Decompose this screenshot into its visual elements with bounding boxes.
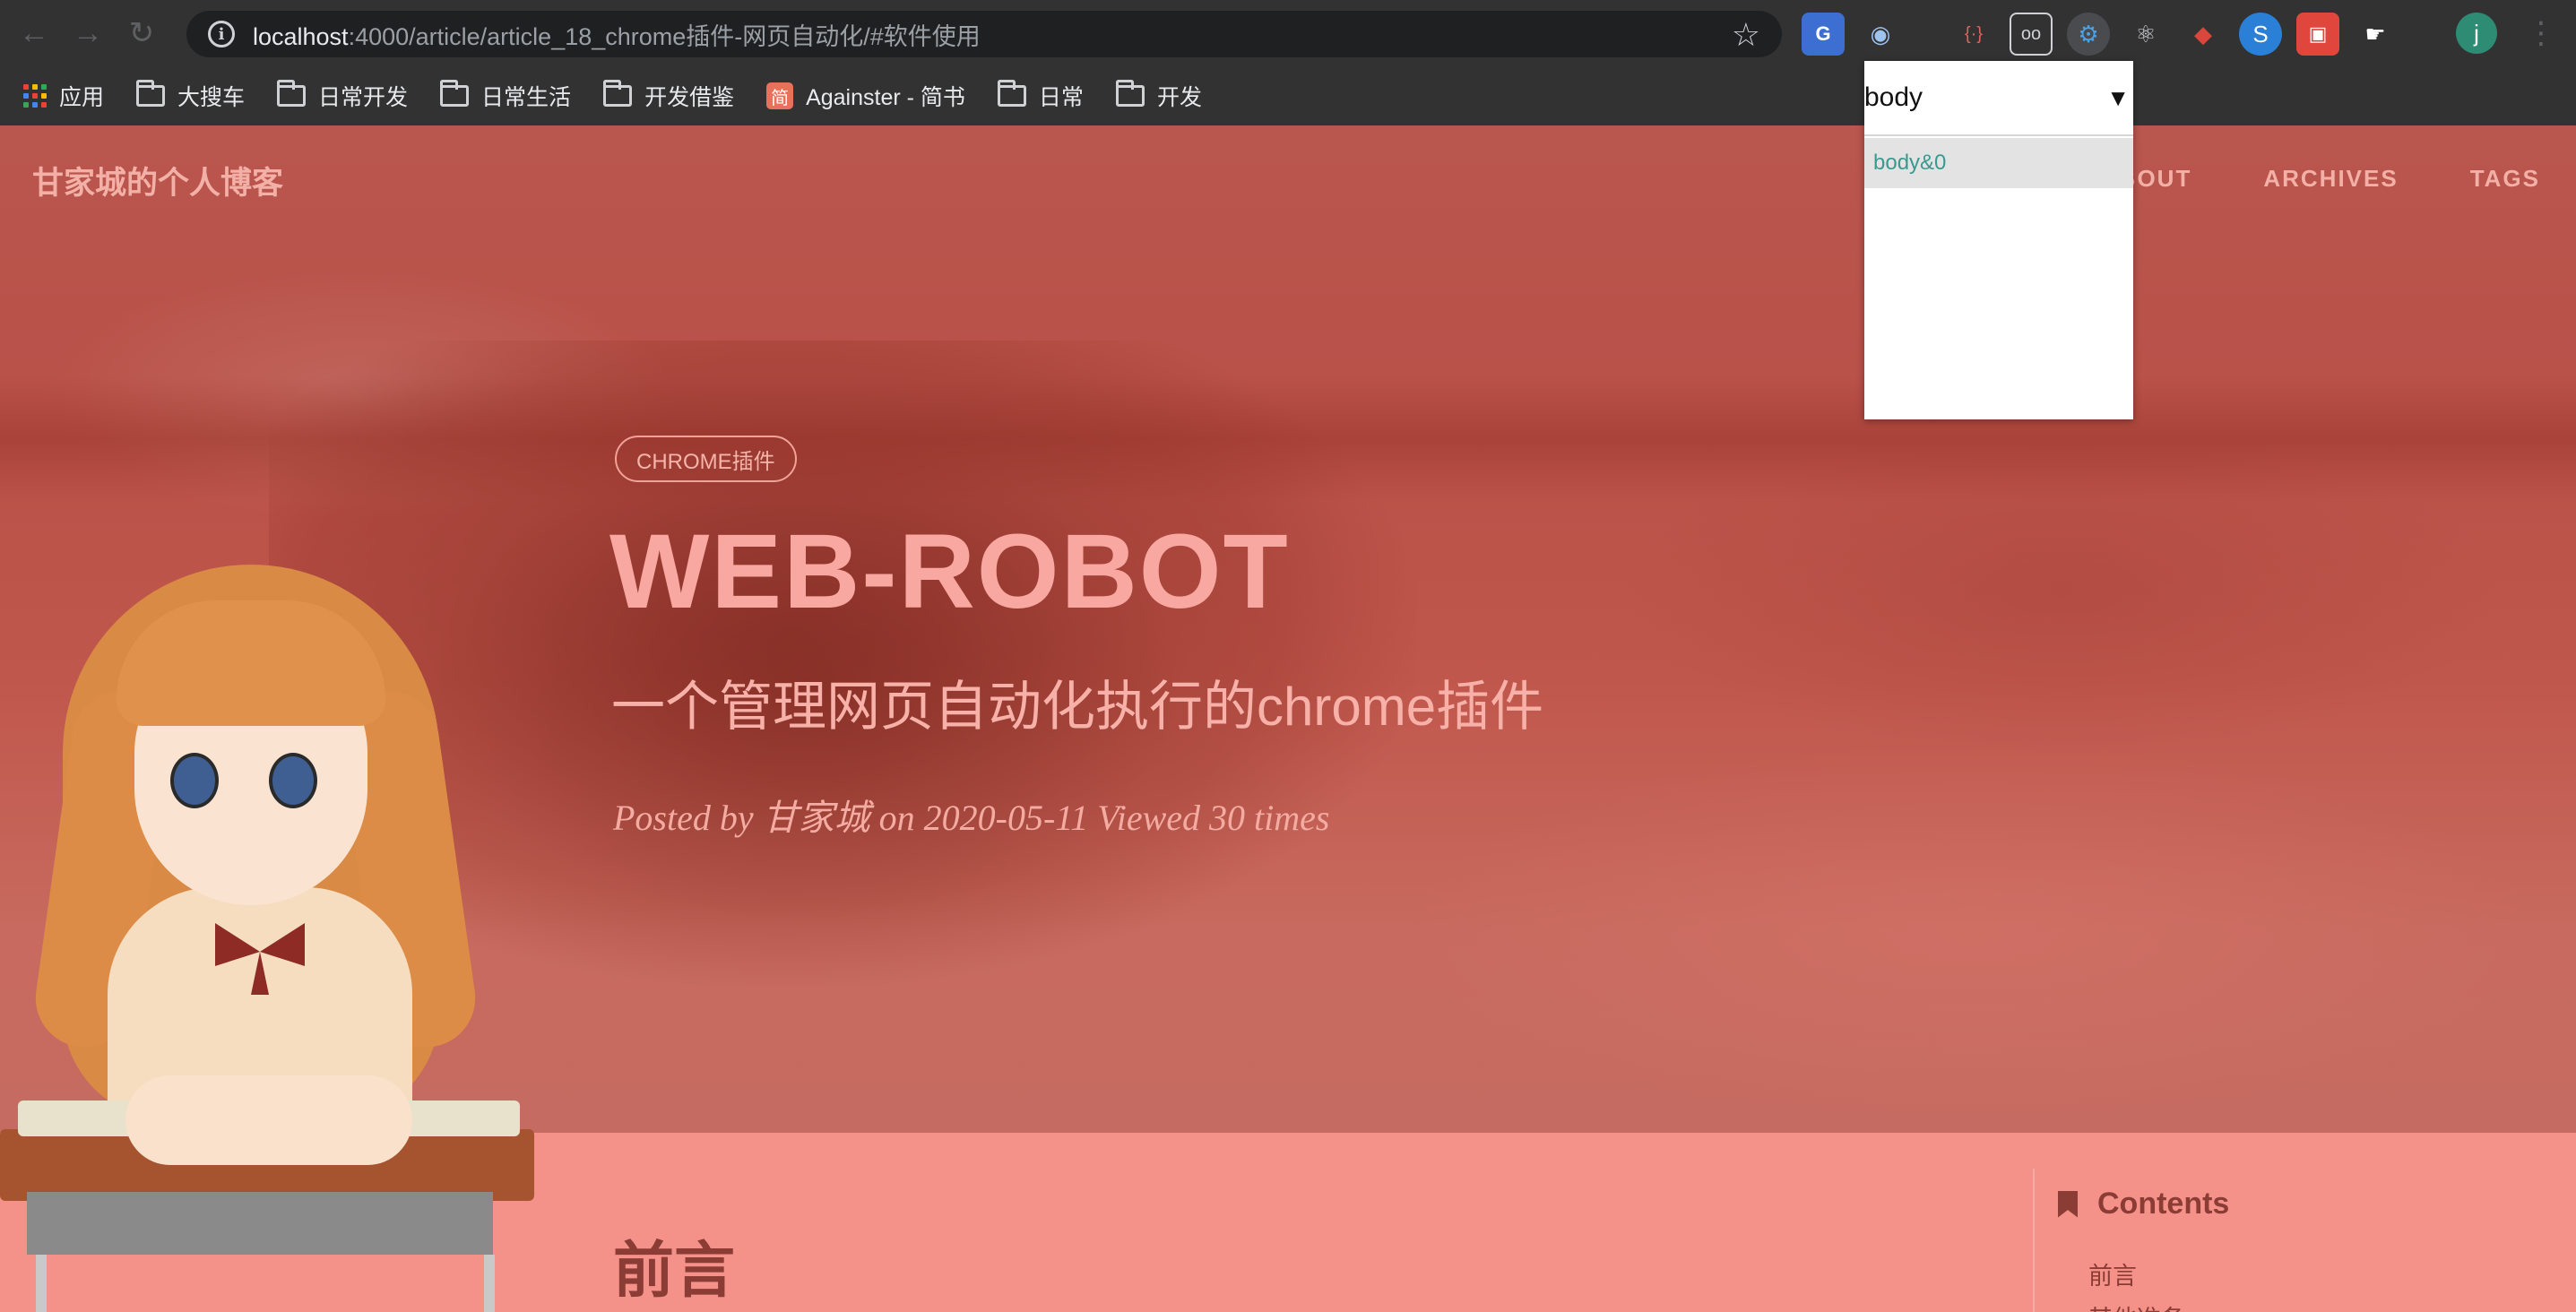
profile-avatar[interactable]: j: [2456, 13, 2497, 54]
bookmark-folder[interactable]: 开发: [1115, 80, 1202, 112]
google-translate-icon[interactable]: G: [1802, 13, 1845, 56]
bookmark-label: 开发: [1156, 85, 1202, 110]
nav-tags[interactable]: TAGS: [2470, 165, 2540, 193]
web-page: 甘家城的个人博客 ABOUT ARCHIVES TAGS CHROME插件 WE…: [0, 125, 2576, 1312]
forward-button[interactable]: →: [61, 6, 115, 60]
shield-extension-icon[interactable]: ◆: [2182, 13, 2225, 56]
mascot-desk-leg: [36, 1255, 47, 1312]
folder-icon: [277, 80, 307, 107]
url-host: localhost: [253, 22, 349, 50]
bookmark-folder[interactable]: 日常生活: [440, 80, 571, 112]
bookmark-label: 大搜车: [177, 85, 246, 110]
mascot-eye-left: [170, 753, 219, 808]
hand-extension-icon[interactable]: ☛: [2354, 13, 2397, 56]
bookmark-label: 日常: [1038, 85, 1084, 110]
toc-item[interactable]: 其他准备: [2088, 1299, 2185, 1312]
url-text[interactable]: localhost:4000/article/article_18_chrome…: [253, 17, 981, 52]
bookmark-label: 日常开发: [318, 85, 409, 110]
folder-icon: [1115, 80, 1145, 107]
gift-extension-icon[interactable]: ▣: [2296, 13, 2339, 56]
toc-item[interactable]: 前言: [2088, 1256, 2137, 1291]
mascot-character[interactable]: [0, 565, 538, 1312]
folder-icon: [136, 80, 166, 107]
toc-title-label: Contents: [2097, 1187, 2230, 1221]
article-subtitle: 一个管理网页自动化执行的chrome插件: [611, 677, 1544, 737]
bookmark-folder[interactable]: 大搜车: [136, 80, 245, 112]
circle-extension-icon[interactable]: ◉: [1859, 13, 1902, 56]
web-robot-popup: body ▼ body&0: [1864, 61, 2133, 419]
bookmark-label: Againster - 简书: [806, 85, 965, 110]
article-meta: Posted by 甘家城 on 2020-05-11 Viewed 30 ti…: [613, 798, 1330, 838]
mascot-bangs: [117, 600, 385, 726]
bookmark-label: 应用: [59, 85, 105, 110]
apps-icon: [23, 84, 47, 108]
url-path: :4000/article/article_18_chrome插件-网页自动化/…: [348, 22, 981, 50]
section-heading: 前言: [613, 1237, 736, 1305]
mascot-arms: [125, 1075, 412, 1165]
mascot-eye-right: [269, 753, 317, 808]
popup-list-item[interactable]: body&0: [1864, 138, 2133, 188]
folder-icon: [440, 80, 470, 107]
reload-button[interactable]: ↻: [115, 6, 169, 60]
bookmark-jianshu[interactable]: 简 Againster - 简书: [766, 80, 965, 112]
toc-divider: [2033, 1169, 2035, 1312]
element-select-value: body: [1864, 82, 1923, 112]
site-info-icon[interactable]: i: [208, 21, 235, 47]
extensions-row: G ◉ {·} oo ⚙ ⚛ ◆ S ▣ ☛: [1802, 11, 2411, 57]
element-select[interactable]: body ▼: [1864, 61, 2133, 136]
mascot-desk-drawer: [27, 1192, 493, 1255]
folder-icon: [603, 80, 633, 107]
browser-toolbar: ← → ↻ i localhost:4000/article/article_1…: [0, 0, 2576, 66]
folder-icon: [997, 80, 1026, 107]
bookmark-star-icon[interactable]: ☆: [1732, 16, 1760, 54]
bookmark-label: 开发借鉴: [644, 85, 735, 110]
bookmark-apps[interactable]: 应用: [23, 80, 104, 112]
nav-archives[interactable]: ARCHIVES: [2263, 165, 2398, 193]
article-title: WEB-ROBOT: [609, 513, 1290, 631]
bracket-extension-icon[interactable]: {·}: [1952, 13, 1995, 56]
bookmarks-bar: 应用 大搜车 日常开发 日常生活 开发借鉴 简 Againster - 简书 日…: [0, 66, 2576, 125]
bookmark-folder[interactable]: 日常: [997, 80, 1084, 112]
glasses-extension-icon[interactable]: oo: [2010, 13, 2053, 56]
robot-extension-icon[interactable]: ⚙: [2067, 13, 2110, 56]
bookmark-icon: [2058, 1190, 2078, 1218]
browser-menu-icon[interactable]: ⋮: [2523, 11, 2559, 56]
bookmark-label: 日常生活: [481, 85, 572, 110]
dropdown-caret-icon: ▼: [2106, 83, 2130, 111]
jianshu-icon: 简: [766, 82, 794, 109]
site-title[interactable]: 甘家城的个人博客: [32, 158, 283, 203]
toc-title: Contents: [2058, 1187, 2229, 1221]
react-devtools-icon[interactable]: ⚛: [2124, 13, 2167, 56]
back-button[interactable]: ←: [7, 6, 61, 60]
bookmark-folder[interactable]: 开发借鉴: [603, 80, 734, 112]
bookmark-folder[interactable]: 日常开发: [277, 80, 408, 112]
article-tag[interactable]: CHROME插件: [615, 436, 797, 482]
site-nav: ABOUT ARCHIVES TAGS: [2100, 165, 2540, 193]
mascot-desk-leg: [484, 1255, 495, 1312]
address-bar[interactable]: i localhost:4000/article/article_18_chro…: [186, 11, 1782, 57]
swirl-extension-icon[interactable]: S: [2239, 13, 2282, 56]
